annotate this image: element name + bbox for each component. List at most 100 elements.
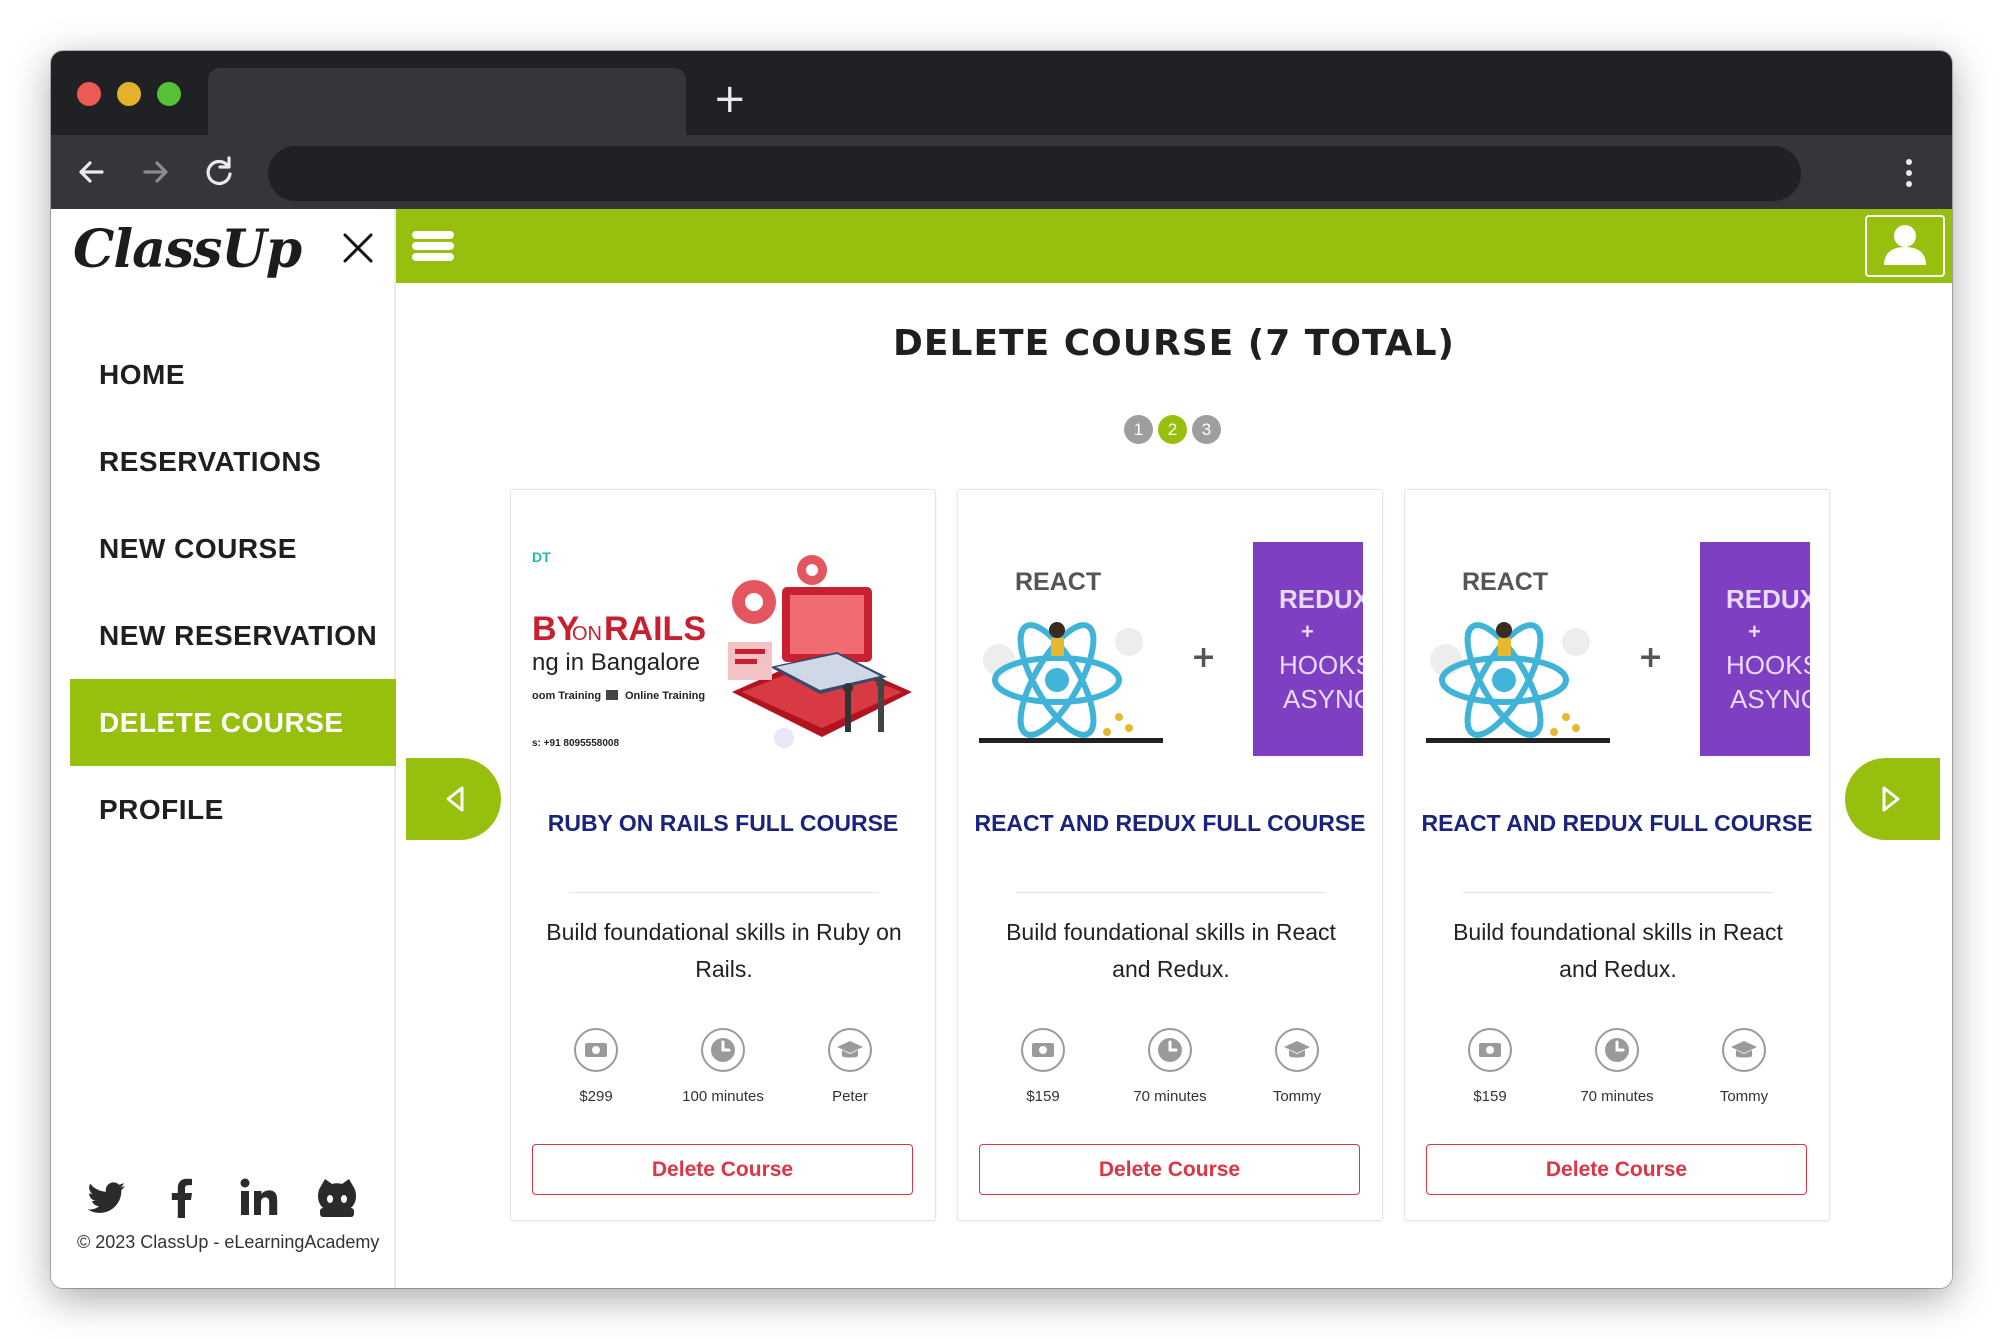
svg-text:HOOKS: HOOKS [1279,650,1363,680]
course-instructor: Tommy [1699,1028,1789,1105]
clock-icon [701,1028,745,1072]
svg-text:ON: ON [572,623,602,645]
page-1-button[interactable]: 1 [1124,415,1153,444]
course-description: Build foundational skills in React and R… [1453,919,1783,982]
course-description: Build foundational skills in React and R… [1006,919,1336,982]
course-title: RUBY ON RAILS FULL COURSE [547,810,899,836]
svg-text:REACT: REACT [1015,568,1101,596]
sidebar-item-profile[interactable]: PROFILE [70,766,396,853]
svg-text:ASYNC: ASYNC [1730,684,1810,714]
sidebar-item-new-course[interactable]: NEW COURSE [70,505,396,592]
svg-text:ng in Bangalore: ng in Bangalore [532,649,700,676]
sidebar-item-delete-course[interactable]: DELETE COURSE [70,679,396,766]
new-tab-button[interactable]: + [713,79,747,119]
course-instructor: Peter [805,1028,895,1105]
delete-course-button[interactable]: Delete Course [979,1144,1360,1195]
svg-text:+: + [1748,619,1761,644]
svg-text:Online Training: Online Training [625,690,705,702]
delete-course-button[interactable]: Delete Course [532,1144,913,1195]
user-icon [1884,225,1926,265]
user-profile-button[interactable] [1865,215,1945,277]
copyright-text: © 2023 ClassUp - eLearningAcademy [77,1232,380,1252]
sidebar-item-reservations[interactable]: RESERVATIONS [70,418,396,505]
close-sidebar-icon[interactable] [341,231,375,265]
money-icon [1468,1028,1512,1072]
svg-text:s: +91 8095558008: s: +91 8095558008 [532,738,619,749]
price-value: $299 [579,1088,613,1105]
money-icon [574,1028,618,1072]
sidebar-nav: HOME RESERVATIONS NEW COURSE NEW RESERVA… [70,331,396,853]
course-image-react-redux: REACT + REDUX + HOOK ASYN [979,542,1363,756]
course-image-ruby: DT BY ON RAILS ng in Bangalore oom Train… [532,542,916,756]
page-title: DELETE COURSE (7 TOTAL) [893,323,1455,364]
page-3-button[interactable]: 3 [1192,415,1221,444]
classup-logo[interactable]: ClassUp [73,219,302,280]
graduation-cap-icon [828,1028,872,1072]
sidebar-item-new-reservation[interactable]: NEW RESERVATION [70,592,396,679]
minimize-window-button[interactable] [117,82,141,106]
top-bar [396,209,1952,283]
browser-toolbar [51,135,1952,209]
svg-text:ASYNC: ASYNC [1283,684,1363,714]
svg-text:oom Training: oom Training [532,690,601,702]
carousel-next-button[interactable] [1845,758,1940,840]
duration-value: 70 minutes [1133,1088,1207,1105]
course-description: Build foundational skills in Ruby on Rai… [546,919,902,982]
graduation-cap-icon [1722,1028,1766,1072]
page-2-button[interactable]: 2 [1158,415,1187,444]
course-duration: 100 minutes [678,1028,768,1105]
svg-text:RAILS: RAILS [604,610,706,648]
course-duration: 70 minutes [1572,1028,1662,1105]
app: ClassUp HOME RESERVATIONS NEW COURSE NEW… [51,209,1952,1288]
github-icon[interactable] [315,1176,359,1220]
svg-text:DT: DT [532,549,551,565]
instructor-value: Peter [832,1088,868,1105]
svg-text:+: + [1191,640,1216,675]
browser-menu-icon[interactable] [1906,159,1914,192]
browser-window: + ClassUp HOME RESERVATIONS NEW COURSE N [51,51,1952,1288]
browser-tab[interactable] [208,68,686,135]
triangle-left-icon [446,786,464,812]
social-links [85,1176,375,1222]
sidebar: ClassUp HOME RESERVATIONS NEW COURSE NEW… [51,209,396,1288]
graduation-cap-icon [1275,1028,1319,1072]
facebook-icon[interactable] [160,1176,204,1220]
instructor-value: Tommy [1272,1088,1322,1105]
browser-tabbar: + [51,51,1952,135]
course-instructor: Tommy [1252,1028,1342,1105]
course-card: DT BY ON RAILS ng in Bangalore oom Train… [510,489,936,1221]
triangle-right-icon [1882,786,1900,812]
divider [1463,892,1773,893]
reload-icon[interactable] [199,152,239,192]
maximize-window-button[interactable] [157,82,181,106]
delete-course-button[interactable]: Delete Course [1426,1144,1807,1195]
svg-text:REACT: REACT [1462,568,1548,596]
clock-icon [1148,1028,1192,1072]
svg-text:HOOKS: HOOKS [1726,650,1810,680]
sidebar-item-home[interactable]: HOME [70,331,396,418]
price-value: $159 [1473,1088,1507,1105]
close-window-button[interactable] [77,82,101,106]
course-duration: 70 minutes [1125,1028,1215,1105]
course-card: REACT + REDUX + HOOK ASYN REACT AND REDU… [1404,489,1830,1221]
course-title: REACT AND REDUX FULL COURSE [1421,810,1813,836]
forward-arrow-icon[interactable] [135,152,175,192]
course-title: REACT AND REDUX FULL COURSE [974,810,1366,836]
course-price: $299 [551,1028,641,1105]
money-icon [1021,1028,1065,1072]
course-image-react-redux: REACT + REDUX + HOOK ASYN [1426,542,1810,756]
duration-value: 100 minutes [682,1088,764,1105]
address-bar[interactable] [268,146,1801,201]
divider [1016,892,1326,893]
carousel-prev-button[interactable] [406,758,501,840]
course-card: REACT + REDUX + HOOK ASYN REACT AND REDU… [957,489,1383,1221]
price-value: $159 [1026,1088,1060,1105]
divider [569,892,879,893]
back-arrow-icon[interactable] [72,152,112,192]
linkedin-icon[interactable] [237,1176,281,1220]
clock-icon [1595,1028,1639,1072]
hamburger-menu-icon[interactable] [412,231,454,261]
svg-text:+: + [1638,640,1663,675]
course-price: $159 [1445,1028,1535,1105]
twitter-icon[interactable] [85,1176,129,1220]
